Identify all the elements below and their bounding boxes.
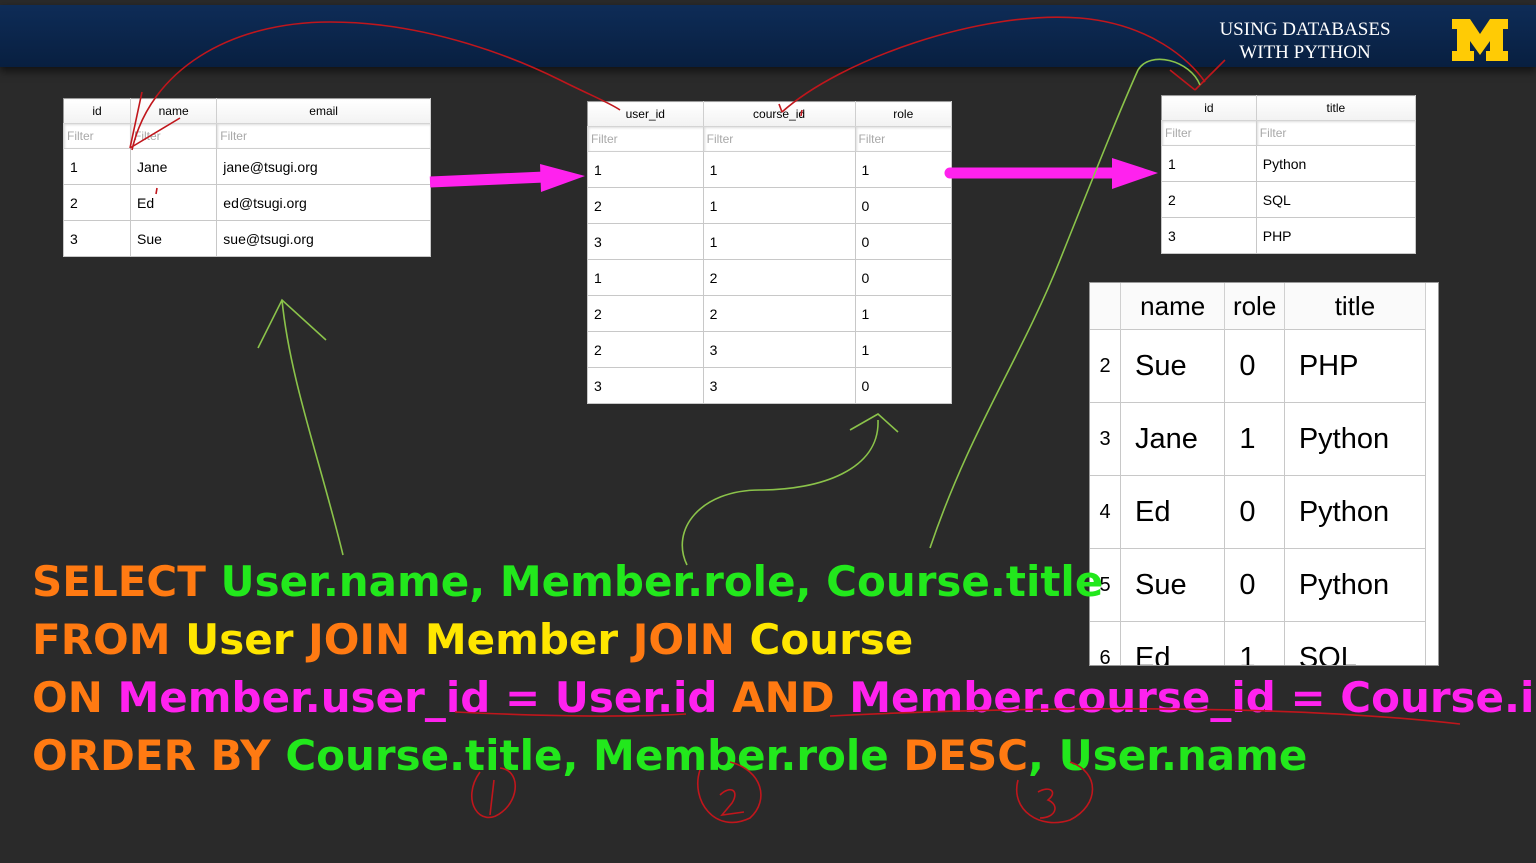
join-arrow-user-member bbox=[429, 164, 585, 192]
red-pen-annotations bbox=[129, 16, 1461, 725]
order-number-marks bbox=[470, 761, 1094, 824]
join-arrow-member-course bbox=[944, 158, 1158, 189]
annotation-overlay bbox=[129, 16, 1461, 824]
green-pen-annotations bbox=[257, 58, 1201, 566]
